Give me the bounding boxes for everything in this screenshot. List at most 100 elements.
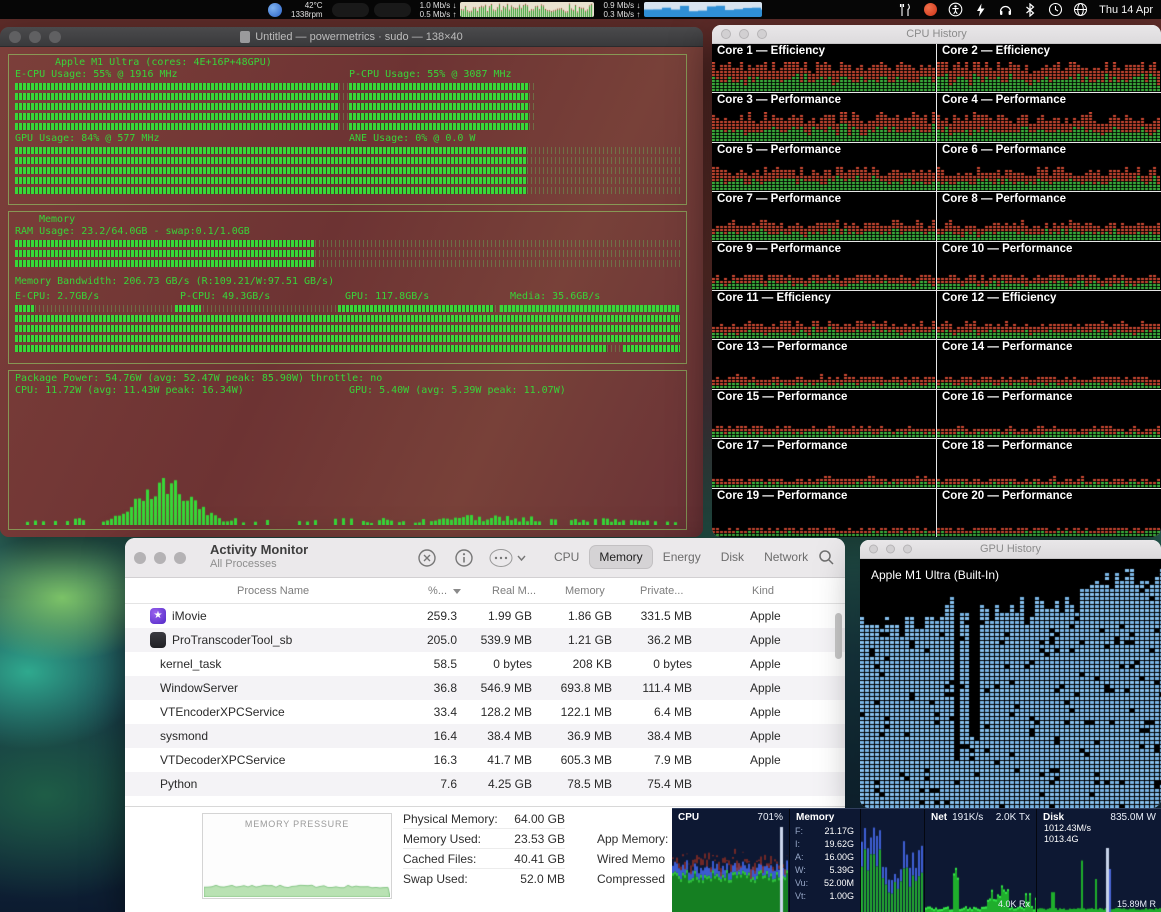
usage-bar-fill <box>15 177 528 184</box>
network-speeds-2[interactable]: 0.9 Mb/s ↓ 0.3 Mb/s ↑ <box>603 1 640 19</box>
window-controls[interactable] <box>134 552 186 564</box>
terminal-titlebar[interactable]: Untitled — powermetrics · sudo — 138×40 <box>0 27 703 47</box>
network-graph-blue[interactable] <box>644 2 763 17</box>
zoom-button[interactable] <box>49 30 61 43</box>
cell-real-mem: 546.9 MB <box>480 681 532 695</box>
close-button[interactable] <box>134 552 146 564</box>
usage-bar-fill <box>15 123 339 130</box>
bandwidth-bar <box>15 325 680 332</box>
quit-process-button[interactable] <box>415 547 439 569</box>
process-row[interactable]: sysmond 16.4 38.4 MB 36.9 MB 38.4 MB Apple <box>125 724 845 748</box>
zoom-button[interactable] <box>903 544 912 554</box>
zoom-button[interactable] <box>174 552 186 564</box>
tab-disk[interactable]: Disk <box>712 546 753 568</box>
stat-value: 40.41 GB <box>514 851 565 866</box>
temp-fan-widget[interactable]: 42°C 1338rpm <box>291 1 323 19</box>
usage-bar <box>15 103 349 110</box>
cell-kind: Apple <box>750 681 781 695</box>
minimize-button[interactable] <box>154 552 166 564</box>
cell-real-mem: 0 bytes <box>493 657 532 671</box>
minimize-button[interactable] <box>739 29 749 39</box>
utensils-icon[interactable] <box>897 2 913 18</box>
bandwidth-bar <box>15 345 680 352</box>
network-graph-green[interactable] <box>460 2 595 17</box>
cpu-section-label: CPU <box>678 812 700 823</box>
cell-real-mem: 1.99 GB <box>487 609 532 623</box>
memory-line-label: F: <box>795 826 803 836</box>
cell-real-mem: 128.2 MB <box>480 705 532 719</box>
bandwidth-bar-segment <box>500 305 680 312</box>
cpu-core-label: Core 17 — Performance <box>717 440 848 453</box>
tab-memory[interactable]: Memory <box>590 546 652 568</box>
cpu-history-window[interactable]: CPU History Core 1 — Efficiency Core 2 — … <box>712 25 1161 537</box>
column-header-private-mem[interactable]: Private... <box>640 585 683 597</box>
process-row[interactable]: VTDecoderXPCService 16.3 41.7 MB 605.3 MB 7.… <box>125 748 845 772</box>
cpu-history-titlebar[interactable]: CPU History <box>712 25 1161 44</box>
minimize-button[interactable] <box>29 30 41 43</box>
process-row[interactable]: ProTranscoderTool_sb 205.0 539.9 MB 1.21 GB… <box>125 628 845 652</box>
process-row[interactable]: VTEncoderXPCService 33.4 128.2 MB 122.1 MB 6… <box>125 700 845 724</box>
cpu-core-histogram <box>937 408 1160 439</box>
cpu-core-label: Core 5 — Performance <box>717 143 841 156</box>
usage-bar-fill <box>15 157 528 164</box>
minimize-button[interactable] <box>886 544 895 554</box>
window-controls[interactable] <box>869 544 912 554</box>
terminal-title: Untitled — powermetrics · sudo — 138×40 <box>255 30 463 43</box>
network-speeds-1[interactable]: 1.0 Mb/s ↓ 0.5 Mb/s ↑ <box>420 1 457 19</box>
tab-network[interactable]: Network <box>755 546 817 568</box>
process-row[interactable]: Python 7.6 4.25 GB 78.5 MB 75.4 MB <box>125 772 845 796</box>
accessibility-icon[interactable] <box>947 2 963 18</box>
cpu-core-histogram <box>712 111 935 142</box>
tab-energy[interactable]: Energy <box>654 546 710 568</box>
inspect-process-button[interactable] <box>452 547 476 569</box>
window-controls[interactable] <box>9 30 61 43</box>
cell-cpu: 7.6 <box>440 777 457 791</box>
column-header-kind[interactable]: Kind <box>752 585 774 597</box>
scrollbar-thumb[interactable] <box>835 613 842 659</box>
terminal-body[interactable]: Apple M1 Ultra (cores: 4E+16P+48GPU) E-C… <box>0 47 703 537</box>
network-globe-icon[interactable] <box>1072 2 1088 18</box>
stat-value: 52.0 MB <box>520 872 565 886</box>
red-app-icon[interactable] <box>922 2 938 18</box>
process-row[interactable]: ★ iMovie 259.3 1.99 GB 1.86 GB 331.5 MB Apple <box>125 604 845 628</box>
cpu-core-histogram <box>712 210 935 241</box>
memory-stat-row: Cached Files: 40.41 GB <box>403 849 565 869</box>
boinc-icon[interactable] <box>268 2 282 17</box>
close-button[interactable] <box>869 544 878 554</box>
time-machine-icon[interactable] <box>1047 2 1063 18</box>
zoom-button[interactable] <box>757 29 767 39</box>
net-total-value: 191K/s <box>952 812 984 823</box>
usage-bar <box>15 93 349 100</box>
headphones-icon[interactable] <box>997 2 1013 18</box>
bandwidth-channel-label: Media: 35.6GB/s <box>510 291 601 302</box>
process-row[interactable]: WindowServer 36.8 546.9 MB 693.8 MB 111.4 MB… <box>125 676 845 700</box>
search-icon[interactable] <box>818 549 835 571</box>
gpu-history-window[interactable]: GPU History Apple M1 Ultra (Built-In) <box>860 540 1161 808</box>
process-row[interactable]: kernel_task 58.5 0 bytes 208 KB 0 bytes Apple <box>125 652 845 676</box>
column-header-real-mem[interactable]: Real M... <box>492 585 536 597</box>
gpu-mini-graph[interactable] <box>373 2 411 17</box>
net1-up-value: 0.5 Mb/s ↑ <box>419 9 457 19</box>
terminal-window[interactable]: Untitled — powermetrics · sudo — 138×40 … <box>0 27 703 537</box>
cpu-mini-graph[interactable] <box>331 2 369 17</box>
close-button[interactable] <box>9 30 21 43</box>
column-header-memory[interactable]: Memory <box>565 585 605 597</box>
memory-line-label: Vu: <box>795 878 809 888</box>
istat-menus-widget[interactable]: CPU 701% Memory F: 21.17G I: 19.62G A: 16.00G W… <box>672 808 1161 912</box>
bolt-icon[interactable] <box>972 2 988 18</box>
memory-line: W: 5.39G <box>795 864 854 877</box>
tab-cpu[interactable]: CPU <box>545 546 588 568</box>
window-controls[interactable] <box>721 29 767 39</box>
memory-line-value: 52.00M <box>823 878 854 888</box>
gpu-history-titlebar[interactable]: GPU History <box>860 540 1161 559</box>
more-options-button[interactable] <box>486 547 530 569</box>
activity-monitor-toolbar: Activity Monitor All Processes CPU Memory… <box>125 538 845 578</box>
memory-bandwidth-label: Memory Bandwidth: 206.73 GB/s (R:109.21/… <box>15 276 335 287</box>
bluetooth-icon[interactable] <box>1022 2 1038 18</box>
package-power-label: Package Power: 54.76W (avg: 52.47W peak:… <box>15 373 383 384</box>
menu-bar-clock[interactable]: Thu 14 Apr <box>1099 4 1153 16</box>
column-header-process-name[interactable]: Process Name <box>237 585 309 597</box>
column-header-cpu[interactable]: %... <box>428 585 447 597</box>
close-button[interactable] <box>721 29 731 39</box>
memory-stats-right: App Memory: Wired Memo Compressed <box>597 829 668 889</box>
